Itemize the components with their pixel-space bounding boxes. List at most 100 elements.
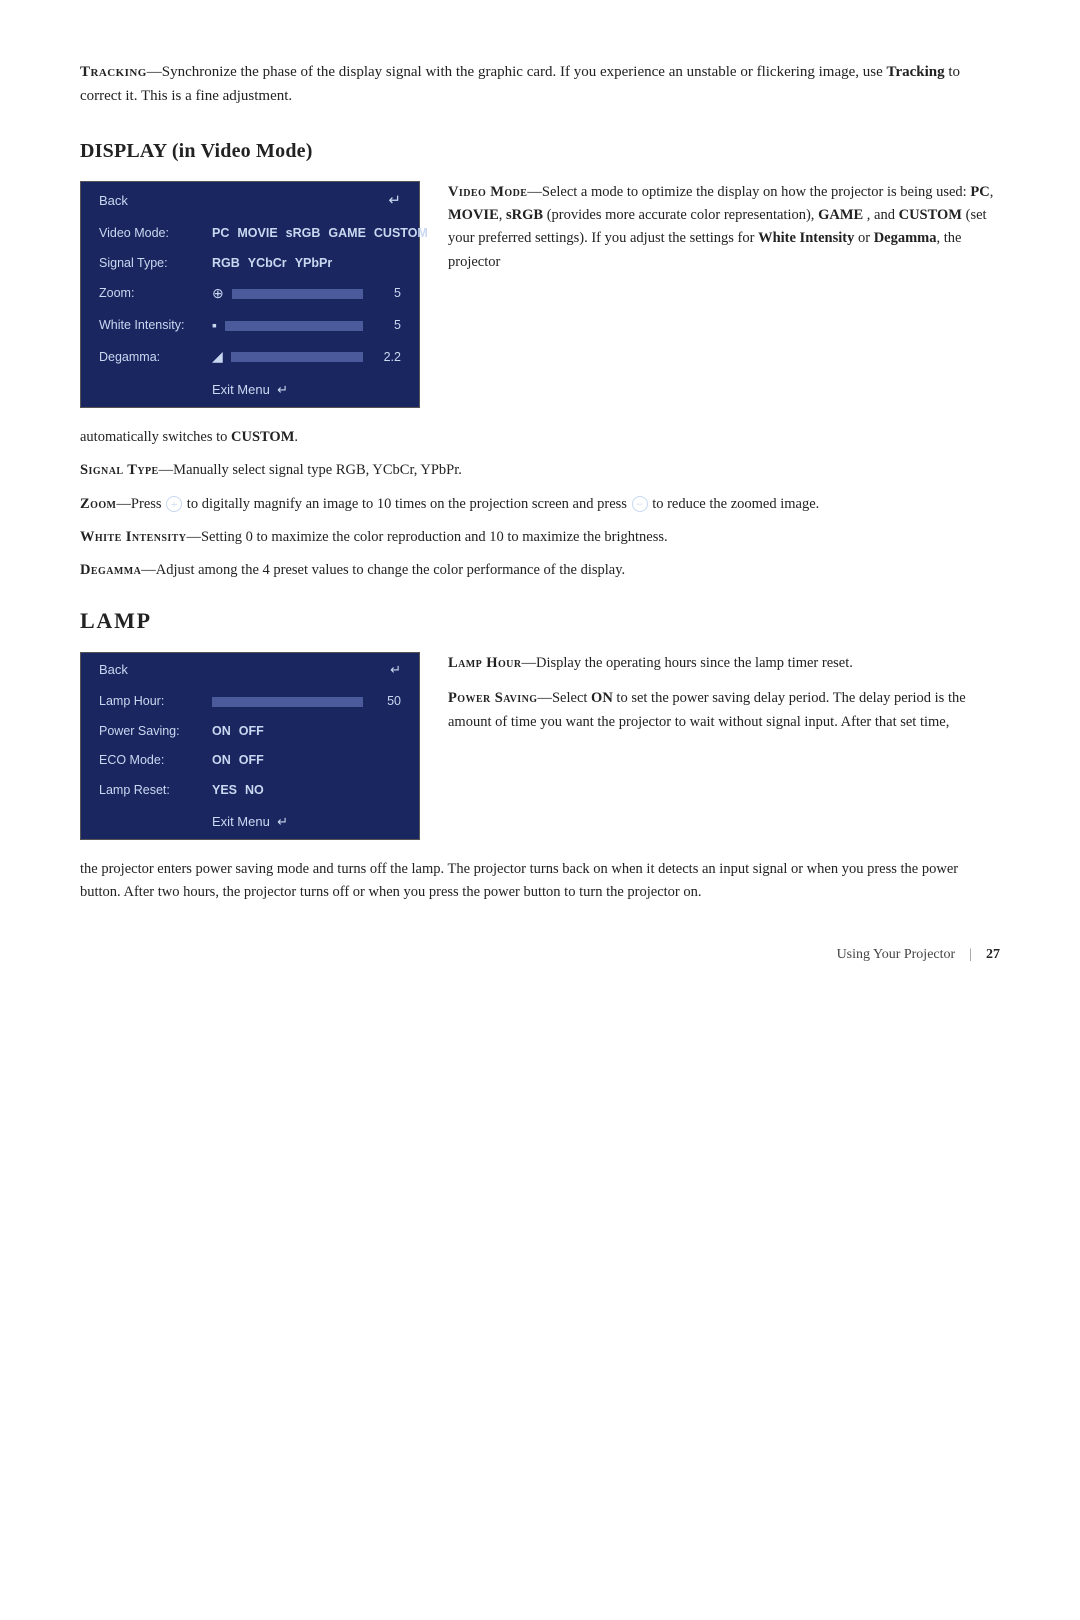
lamp-section-block: Back ↵ Lamp Hour: 50 Power Saving: ON OF… bbox=[80, 652, 1000, 840]
movie-bold: MOVIE bbox=[448, 207, 499, 223]
white-intensity-icon: ▪ bbox=[212, 315, 217, 337]
display-side-description: Video Mode—Select a mode to optimize the… bbox=[448, 181, 1000, 274]
zoom-desc: Zoom—Press + to digitally magnify an ima… bbox=[80, 493, 1000, 516]
video-mode-desc: Video Mode—Select a mode to optimize the… bbox=[448, 181, 1000, 274]
intro-text1: —Synchronize the phase of the display si… bbox=[147, 64, 887, 80]
lamp-hour-slider-bar bbox=[212, 697, 363, 707]
power-saving-on: ON bbox=[212, 722, 231, 741]
exit-menu-label: Exit Menu bbox=[212, 380, 270, 400]
lamp-side-description: Lamp Hour—Display the operating hours si… bbox=[448, 652, 1000, 734]
video-mode-term: Video Mode bbox=[448, 184, 527, 200]
power-saving-on-bold: ON bbox=[591, 690, 613, 706]
white-intensity-value: 5 bbox=[371, 316, 401, 335]
option-pc: PC bbox=[212, 224, 229, 243]
degamma-value: 2.2 bbox=[371, 348, 401, 367]
option-rgb: RGB bbox=[212, 254, 240, 273]
degamma-icon: ◢ bbox=[212, 346, 223, 368]
lamp-hour-value: 50 bbox=[371, 692, 401, 711]
power-saving-label: Power Saving: bbox=[99, 722, 204, 741]
zoom-label: Zoom: bbox=[99, 284, 204, 303]
eco-mode-on: ON bbox=[212, 751, 231, 770]
custom-inline: CUSTOM bbox=[231, 429, 294, 445]
display-menu-panel: Back ↵ Video Mode: PC MOVIE sRGB GAME CU… bbox=[80, 181, 420, 408]
display-menu-header: Back ↵ bbox=[81, 182, 419, 219]
lamp-body-text: the projector enters power saving mode a… bbox=[80, 858, 1000, 904]
lamp-exit-enter-icon: ↵ bbox=[277, 812, 288, 832]
white-intensity-bold: White Intensity bbox=[758, 230, 854, 246]
eco-mode-off: OFF bbox=[239, 751, 264, 770]
tracking-term: Tracking bbox=[80, 64, 147, 80]
white-intensity-desc: White Intensity—Setting 0 to maximize th… bbox=[80, 526, 1000, 549]
pc-bold: PC bbox=[970, 184, 989, 200]
display-zoom-row: Zoom: ⊕ 5 bbox=[81, 278, 419, 310]
page-title: Using Your Projector bbox=[837, 944, 956, 966]
nav-separator: | bbox=[969, 944, 972, 966]
signal-type-label: Signal Type: bbox=[99, 254, 204, 273]
zoom-plus-icon: ⊕ bbox=[212, 283, 224, 305]
lamp-menu-panel: Back ↵ Lamp Hour: 50 Power Saving: ON OF… bbox=[80, 652, 420, 840]
lamp-menu-footer: Exit Menu ↵ bbox=[81, 805, 419, 839]
display-enter-icon: ↵ bbox=[388, 189, 401, 212]
game-bold: GAME bbox=[818, 207, 863, 223]
degamma-bold: Degamma bbox=[874, 230, 937, 246]
video-mode-label: Video Mode: bbox=[99, 224, 204, 243]
display-menu-footer: Exit Menu ↵ bbox=[81, 373, 419, 407]
lamp-reset-row: Lamp Reset: YES NO bbox=[81, 776, 419, 805]
lamp-hour-row: Lamp Hour: 50 bbox=[81, 687, 419, 716]
exit-enter-icon: ↵ bbox=[277, 380, 288, 400]
display-video-mode-row: Video Mode: PC MOVIE sRGB GAME CUSTOM bbox=[81, 219, 419, 248]
eco-mode-row: ECO Mode: ON OFF bbox=[81, 746, 419, 775]
display-white-intensity-row: White Intensity: ▪ 5 bbox=[81, 310, 419, 342]
option-movie: MOVIE bbox=[237, 224, 277, 243]
degamma-desc: Degamma—Adjust among the 4 preset values… bbox=[80, 559, 1000, 582]
display-section-heading: DISPLAY (in Video Mode) bbox=[80, 136, 1000, 167]
degamma-label: Degamma: bbox=[99, 348, 204, 367]
minus-circle-icon: − bbox=[632, 496, 648, 512]
option-srgb: sRGB bbox=[286, 224, 321, 243]
power-saving-options: ON OFF bbox=[212, 722, 264, 741]
video-mode-options: PC MOVIE sRGB GAME CUSTOM bbox=[212, 224, 428, 243]
option-ypbpr: YPbPr bbox=[295, 254, 333, 273]
custom-bold: CUSTOM bbox=[899, 207, 962, 223]
bottom-nav: Using Your Projector | 27 bbox=[80, 944, 1000, 966]
lamp-exit-menu-label: Exit Menu bbox=[212, 812, 270, 832]
eco-mode-label: ECO Mode: bbox=[99, 751, 204, 770]
eco-mode-options: ON OFF bbox=[212, 751, 264, 770]
zoom-slider-bar bbox=[232, 289, 363, 299]
power-saving-off: OFF bbox=[239, 722, 264, 741]
white-intensity-slider-bar bbox=[225, 321, 363, 331]
option-ycbcr: YCbCr bbox=[248, 254, 287, 273]
power-saving-row: Power Saving: ON OFF bbox=[81, 717, 419, 746]
zoom-value: 5 bbox=[371, 284, 401, 303]
option-game: GAME bbox=[328, 224, 366, 243]
display-degamma-row: Degamma: ◢ 2.2 bbox=[81, 341, 419, 373]
lamp-section-heading: LAMP bbox=[80, 604, 1000, 638]
auto-switch-text: automatically switches to CUSTOM. bbox=[80, 426, 1000, 449]
display-signal-type-row: Signal Type: RGB YCbCr YPbPr bbox=[81, 249, 419, 278]
lamp-back-label: Back bbox=[99, 660, 128, 680]
degamma-term: Degamma bbox=[80, 562, 141, 578]
tracking-inline: Tracking bbox=[887, 64, 945, 80]
lamp-reset-yes: YES bbox=[212, 781, 237, 800]
lamp-reset-label: Lamp Reset: bbox=[99, 781, 204, 800]
lamp-hour-term: Lamp Hour bbox=[448, 655, 521, 671]
lamp-menu-header: Back ↵ bbox=[81, 653, 419, 687]
lamp-reset-options: YES NO bbox=[212, 781, 264, 800]
page-number: 27 bbox=[986, 944, 1000, 966]
lamp-reset-no: NO bbox=[245, 781, 264, 800]
power-saving-term: Power Saving bbox=[448, 690, 537, 706]
signal-type-desc: Signal Type—Manually select signal type … bbox=[80, 459, 1000, 482]
option-custom: CUSTOM bbox=[374, 224, 428, 243]
signal-type-options: RGB YCbCr YPbPr bbox=[212, 254, 332, 273]
signal-type-term: Signal Type bbox=[80, 462, 159, 478]
zoom-term: Zoom bbox=[80, 496, 116, 512]
lamp-hour-label: Lamp Hour: bbox=[99, 692, 204, 711]
display-back-label: Back bbox=[99, 191, 128, 211]
plus-circle-icon: + bbox=[166, 496, 182, 512]
white-intensity-term: White Intensity bbox=[80, 529, 186, 545]
degamma-slider-bar bbox=[231, 352, 363, 362]
power-saving-desc: Power Saving—Select ON to set the power … bbox=[448, 687, 1000, 733]
lamp-section: LAMP Back ↵ Lamp Hour: 50 Power Saving: … bbox=[80, 604, 1000, 904]
white-intensity-label: White Intensity: bbox=[99, 316, 204, 335]
lamp-hour-desc: Lamp Hour—Display the operating hours si… bbox=[448, 652, 1000, 675]
